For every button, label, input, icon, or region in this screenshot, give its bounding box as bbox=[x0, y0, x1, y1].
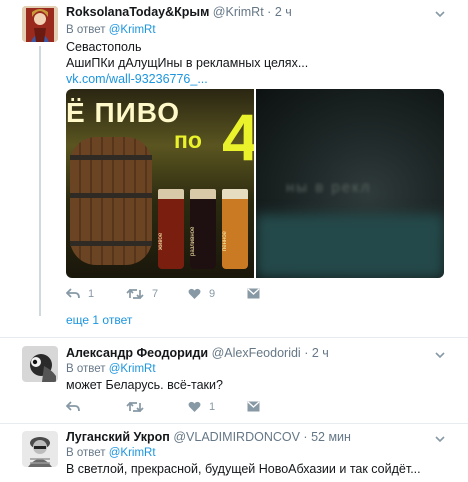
glass-label: пенное bbox=[222, 231, 228, 251]
tweet-text: может Беларусь. всё-таки? bbox=[66, 377, 223, 393]
reply-prefix: В ответ bbox=[66, 363, 106, 375]
direct-message-icon bbox=[247, 401, 260, 412]
author-name[interactable]: Александр Феодориди bbox=[66, 346, 208, 360]
beer-glass: живое bbox=[158, 189, 184, 269]
avatar[interactable] bbox=[22, 346, 58, 382]
reply-icon bbox=[66, 288, 80, 299]
tweet-header: Александр Феодориди @AlexFeodoridi · 2 ч bbox=[66, 346, 329, 360]
reply-count: 1 bbox=[88, 288, 95, 300]
barrel-graphic bbox=[70, 137, 152, 265]
tweet-text-line: В светлой, прекрасной, будущей НовоАбхаз… bbox=[66, 462, 421, 476]
direct-message-icon bbox=[247, 288, 260, 299]
glass-label: разливное bbox=[190, 226, 196, 256]
retweet-button[interactable]: 7 bbox=[126, 288, 158, 300]
media-grid: Ё ПИВО по 4 живое разливное пенное ны в … bbox=[66, 89, 444, 278]
avatar[interactable] bbox=[22, 431, 58, 467]
reply-context: В ответ @KrimRt bbox=[66, 363, 156, 375]
chevron-down-icon[interactable] bbox=[434, 433, 446, 445]
tweet-link[interactable]: vk.com/wall-93236776_... bbox=[66, 71, 308, 87]
author-name[interactable]: RoksolanaToday&Крым bbox=[66, 5, 209, 19]
thread-line bbox=[39, 46, 41, 316]
author-handle[interactable]: @KrimRt bbox=[213, 5, 264, 19]
timestamp[interactable]: 2 ч bbox=[275, 5, 292, 19]
tweet[interactable]: Александр Феодориди @AlexFeodoridi · 2 ч… bbox=[0, 338, 468, 422]
author-handle[interactable]: @AlexFeodoridi bbox=[212, 346, 301, 360]
avatar-image bbox=[22, 6, 58, 42]
reply-button[interactable] bbox=[66, 401, 88, 413]
chevron-down-icon[interactable] bbox=[434, 349, 446, 361]
separator: · bbox=[304, 346, 309, 360]
tweet-text: В светлой, прекрасной, будущей НовоАбхаз… bbox=[66, 461, 421, 477]
separator: · bbox=[267, 5, 272, 19]
like-icon bbox=[188, 288, 201, 299]
reply-prefix: В ответ bbox=[66, 24, 106, 36]
avatar[interactable] bbox=[22, 6, 58, 42]
like-button[interactable]: 9 bbox=[188, 288, 215, 300]
like-count: 9 bbox=[209, 288, 216, 300]
like-button[interactable]: 1 bbox=[188, 401, 215, 413]
avatar-image bbox=[22, 346, 58, 382]
tweet-text-line: может Беларусь. всё-таки? bbox=[66, 378, 223, 392]
like-icon bbox=[188, 401, 201, 412]
reply-to-link[interactable]: @KrimRt bbox=[109, 363, 156, 375]
beer-glass: разливное bbox=[190, 189, 216, 269]
retweet-icon bbox=[126, 401, 144, 413]
tweet-actions: 1 bbox=[66, 401, 446, 417]
direct-message-button[interactable] bbox=[247, 401, 260, 412]
chevron-down-icon[interactable] bbox=[434, 8, 446, 20]
avatar-image bbox=[22, 431, 58, 467]
blurred-band bbox=[256, 214, 444, 278]
tweet-header: Луганский Укроп @VLADIMIRDONCOV · 52 мин bbox=[66, 430, 351, 444]
tweet-text: Севастополь АшиПКи дАлущИны в рекламных … bbox=[66, 39, 308, 87]
glass-label: живое bbox=[158, 232, 164, 250]
photo-word: по bbox=[174, 127, 202, 153]
photo-number: 4 bbox=[222, 100, 254, 174]
timestamp[interactable]: 2 ч bbox=[312, 346, 329, 360]
retweet-button[interactable] bbox=[126, 401, 152, 413]
reply-context: В ответ @KrimRt bbox=[66, 447, 156, 459]
tweet-text-line: Севастополь bbox=[66, 40, 142, 54]
reply-button[interactable]: 1 bbox=[66, 288, 94, 300]
author-name[interactable]: Луганский Укроп bbox=[66, 430, 170, 444]
beer-glass: пенное bbox=[222, 189, 248, 269]
tweet-text-line: АшиПКи дАлущИны в рекламных целях... bbox=[66, 56, 309, 70]
blurred-sign-text: ны в рекл bbox=[286, 179, 372, 196]
retweet-count: 7 bbox=[152, 288, 159, 300]
tweet[interactable]: Луганский Укроп @VLADIMIRDONCOV · 52 мин… bbox=[0, 424, 468, 482]
tweet[interactable]: RoksolanaToday&Крым @KrimRt · 2 ч В отве… bbox=[0, 0, 468, 336]
separator: · bbox=[303, 430, 308, 444]
reply-to-link[interactable]: @KrimRt bbox=[109, 447, 156, 459]
direct-message-button[interactable] bbox=[247, 288, 260, 299]
like-count: 1 bbox=[209, 401, 216, 413]
reply-icon bbox=[66, 401, 80, 412]
media-photo-blurred[interactable]: ны в рекл bbox=[256, 89, 444, 278]
reply-prefix: В ответ bbox=[66, 447, 106, 459]
media-photo-beer[interactable]: Ё ПИВО по 4 живое разливное пенное bbox=[66, 89, 254, 278]
retweet-icon bbox=[126, 288, 144, 300]
timestamp[interactable]: 52 мин bbox=[311, 430, 351, 444]
tweet-actions: 1 7 9 bbox=[66, 288, 446, 304]
show-more-replies-link[interactable]: еще 1 ответ bbox=[66, 313, 132, 327]
author-handle[interactable]: @VLADIMIRDONCOV bbox=[173, 430, 300, 444]
reply-to-link[interactable]: @KrimRt bbox=[109, 24, 156, 36]
reply-context: В ответ @KrimRt bbox=[66, 24, 156, 36]
tweet-header: RoksolanaToday&Крым @KrimRt · 2 ч bbox=[66, 5, 292, 19]
